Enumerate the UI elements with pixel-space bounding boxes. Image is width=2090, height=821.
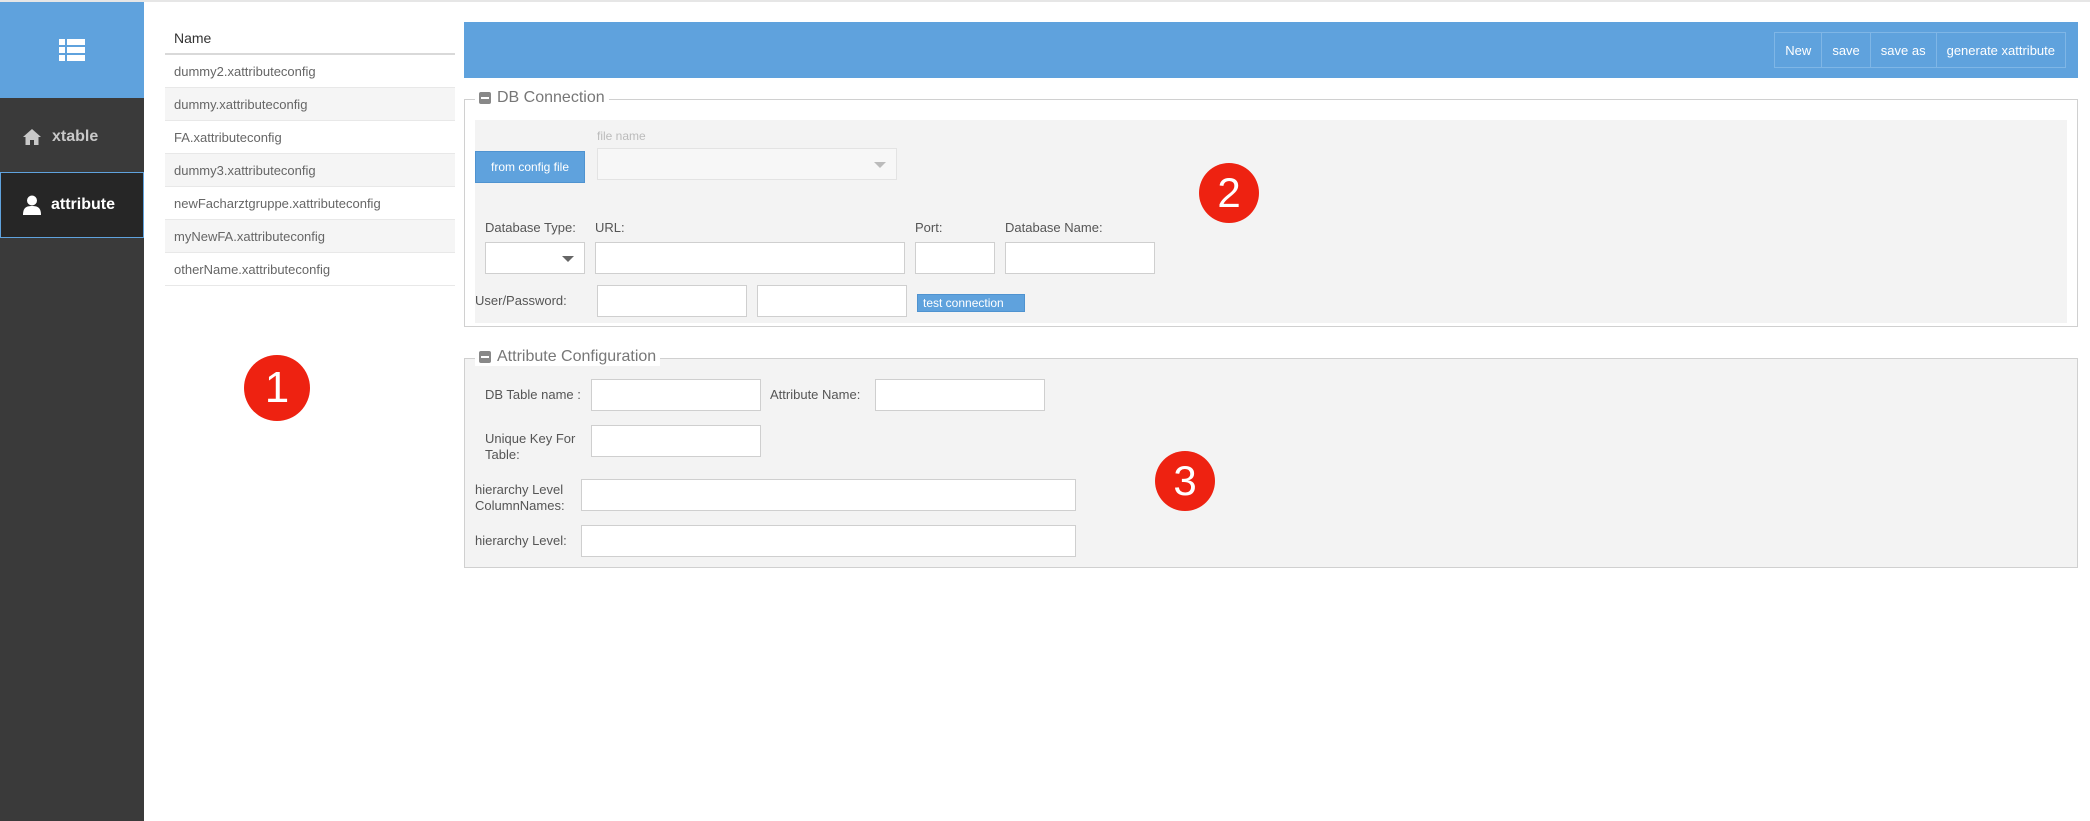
from-config-file-button[interactable]: from config file — [475, 151, 585, 183]
sidebar-header[interactable] — [0, 2, 144, 98]
db-table-name-label: DB Table name : — [485, 387, 581, 402]
db-connection-title: DB Connection — [497, 89, 605, 106]
unique-key-label-line2: Table: — [485, 447, 520, 462]
list-item[interactable]: dummy.xattributeconfig — [165, 88, 455, 121]
attribute-configuration-panel: Attribute Configuration DB Table name : … — [464, 348, 2078, 568]
user-password-label: User/Password: — [475, 293, 567, 308]
sidebar-item-label: attribute — [51, 196, 115, 213]
list-icon — [59, 39, 85, 61]
generate-xattribute-button[interactable]: generate xattribute — [1935, 32, 2066, 68]
file-name-label: file name — [597, 129, 646, 143]
hierarchy-level-input[interactable] — [581, 525, 1076, 557]
toolbar: New save save as generate xattribute — [464, 22, 2078, 78]
toolbar-button-group: New save save as generate xattribute — [1774, 32, 2066, 68]
port-label: Port: — [915, 220, 943, 235]
db-connection-body: from config file file name Database Type… — [475, 120, 2067, 323]
annotation-badge-1: 1 — [244, 355, 310, 421]
attribute-name-label: Attribute Name: — [770, 387, 861, 402]
sidebar: xtable attribute — [0, 2, 144, 821]
list-item[interactable]: otherName.xattributeconfig — [165, 253, 455, 286]
url-label: URL: — [595, 220, 625, 235]
list-item[interactable]: newFacharztgruppe.xattributeconfig — [165, 187, 455, 220]
save-as-button[interactable]: save as — [1869, 32, 1937, 68]
hierarchy-columns-label-line1: hierarchy Level — [475, 482, 564, 497]
database-name-input[interactable] — [1005, 242, 1155, 274]
url-input[interactable] — [595, 242, 905, 274]
file-list: Name dummy2.xattributeconfig dummy.xattr… — [165, 22, 455, 286]
annotation-badge-2: 2 — [1199, 163, 1259, 223]
database-type-label: Database Type: — [485, 220, 576, 235]
db-table-name-input[interactable] — [591, 379, 761, 411]
hierarchy-level-label: hierarchy Level: — [475, 533, 567, 548]
db-connection-legend[interactable]: DB Connection — [475, 89, 609, 107]
chevron-down-icon — [562, 256, 574, 262]
database-type-select[interactable] — [485, 242, 585, 274]
user-icon — [23, 195, 41, 215]
hierarchy-columns-label-line2: ColumnNames: — [475, 498, 565, 513]
database-name-label: Database Name: — [1005, 220, 1103, 235]
sidebar-item-xtable[interactable]: xtable — [0, 104, 144, 170]
test-connection-button[interactable]: test connection — [917, 294, 1025, 312]
attribute-configuration-legend[interactable]: Attribute Configuration — [475, 348, 661, 366]
user-input[interactable] — [597, 285, 747, 317]
collapse-icon[interactable] — [479, 351, 491, 363]
sidebar-item-attribute[interactable]: attribute — [0, 172, 144, 238]
new-button[interactable]: New — [1774, 32, 1823, 68]
collapse-icon[interactable] — [479, 92, 491, 104]
list-item[interactable]: dummy2.xattributeconfig — [165, 55, 455, 88]
port-input[interactable] — [915, 242, 995, 274]
annotation-badge-3: 3 — [1155, 451, 1215, 511]
list-item[interactable]: myNewFA.xattributeconfig — [165, 220, 455, 253]
attribute-configuration-title: Attribute Configuration — [497, 348, 657, 365]
file-list-header[interactable]: Name — [165, 22, 455, 55]
home-icon — [23, 129, 41, 145]
sidebar-item-label: xtable — [52, 128, 99, 145]
hierarchy-columns-input[interactable] — [581, 479, 1076, 511]
chevron-down-icon — [874, 162, 886, 168]
list-item[interactable]: dummy3.xattributeconfig — [165, 154, 455, 187]
unique-key-input[interactable] — [591, 425, 761, 457]
db-connection-panel: DB Connection from config file file name… — [464, 89, 2078, 327]
unique-key-label-line1: Unique Key For — [485, 431, 576, 446]
attribute-name-input[interactable] — [875, 379, 1045, 411]
save-button[interactable]: save — [1821, 32, 1871, 68]
list-item[interactable]: FA.xattributeconfig — [165, 121, 455, 154]
password-input[interactable] — [757, 285, 907, 317]
top-border — [0, 0, 2090, 2]
file-name-select[interactable] — [597, 148, 897, 180]
